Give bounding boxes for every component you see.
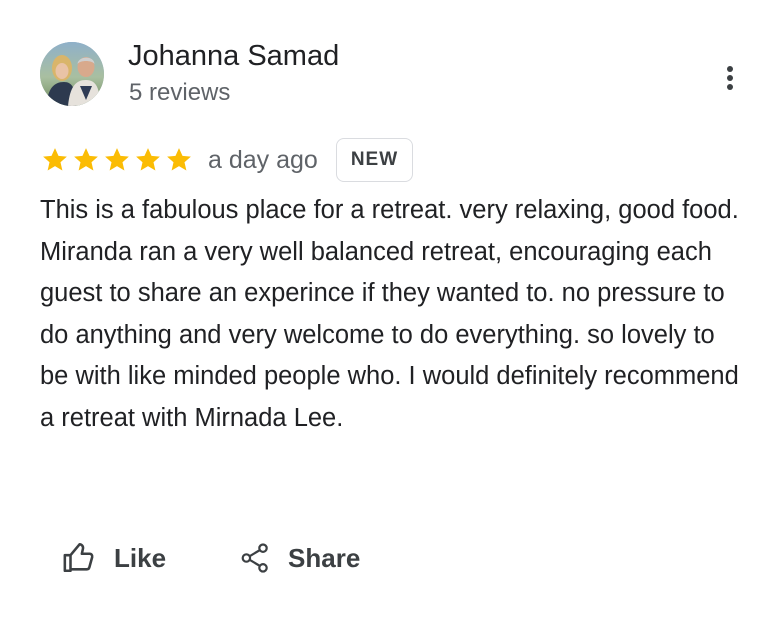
review-text: This is a fabulous place for a retreat. … bbox=[40, 196, 739, 432]
like-button[interactable]: Like bbox=[62, 541, 166, 575]
review-actions: Like Share bbox=[62, 536, 360, 580]
more-vert-icon bbox=[727, 66, 733, 90]
star-icon bbox=[133, 145, 163, 175]
star-icon bbox=[71, 145, 101, 175]
like-label: Like bbox=[114, 542, 167, 573]
review-card: Johanna Samad 5 reviews a day ago NEW Th… bbox=[0, 0, 776, 632]
star-rating bbox=[40, 145, 194, 175]
share-button[interactable]: Share bbox=[240, 542, 360, 574]
review-time: a day ago bbox=[208, 145, 318, 174]
star-icon bbox=[102, 145, 132, 175]
author-name[interactable]: Johanna Samad bbox=[128, 38, 339, 74]
new-badge: NEW bbox=[335, 138, 414, 182]
author-review-count[interactable]: 5 reviews bbox=[129, 78, 230, 108]
star-icon bbox=[164, 145, 194, 175]
thumbs-up-icon bbox=[62, 541, 96, 575]
more-options-button[interactable] bbox=[716, 62, 744, 94]
rating-row: a day ago NEW bbox=[40, 138, 414, 182]
author-avatar[interactable] bbox=[40, 42, 104, 106]
avatar-photo bbox=[40, 42, 104, 106]
share-icon bbox=[240, 542, 270, 574]
share-label: Share bbox=[288, 542, 361, 573]
star-icon bbox=[40, 145, 70, 175]
